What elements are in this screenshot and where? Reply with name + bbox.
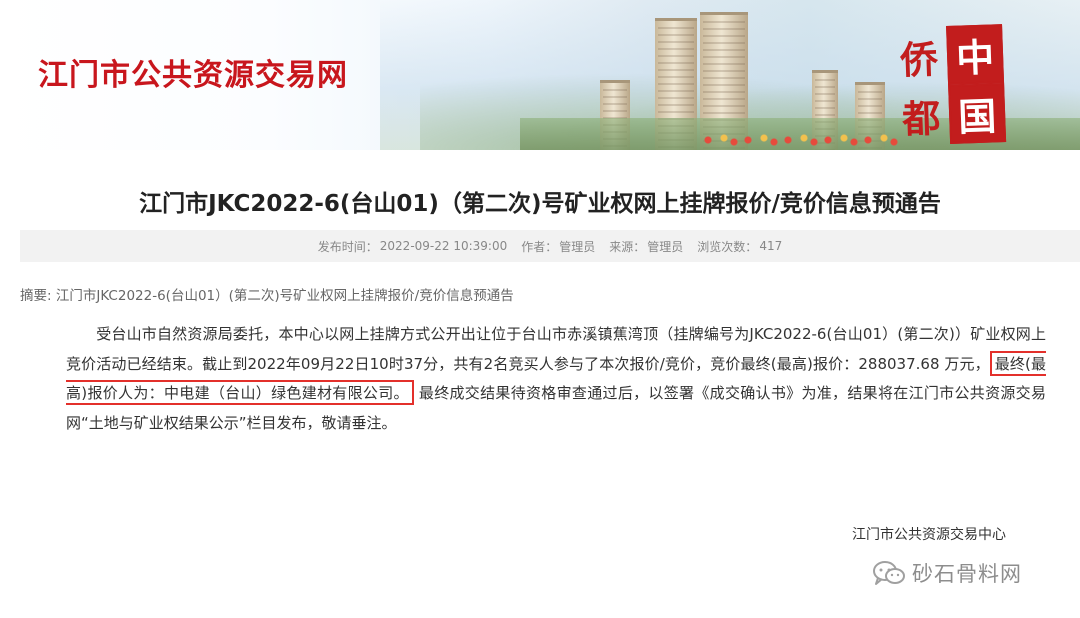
publish-time-label: 发布时间： (317, 239, 378, 254)
seal-char: 都 (901, 95, 942, 142)
wechat-watermark: 砂石骨料网 (872, 558, 1022, 588)
publish-time: 2022-09-22 10:39:00 (379, 239, 508, 253)
banner-flowers (700, 130, 900, 150)
body-paragraph-part1: 受台山市自然资源局委托，本中心以网上挂牌方式公开出让位于台山市赤溪镇蕉湾顶（挂牌… (66, 325, 1046, 373)
site-title[interactable]: 江门市公共资源交易网 (38, 50, 348, 94)
article-meta-bar: 发布时间： 2022-09-22 10:39:00 作者： 管理员 来源： 管理… (20, 230, 1080, 262)
author: 管理员 (559, 239, 596, 254)
issuer-signature: 江门市公共资源交易中心 (852, 527, 1006, 543)
source-label: 来源： (609, 239, 646, 254)
author-label: 作者： (521, 239, 558, 254)
seal-char: 侨 (899, 36, 939, 83)
source: 管理员 (647, 239, 684, 254)
watermark-text: 砂石骨料网 (912, 562, 1022, 586)
qiaodu-seal-logo: 侨 中 都 国 (890, 24, 1007, 144)
article-body: 受台山市自然资源局委托，本中心以网上挂牌方式公开出让位于台山市赤溪镇蕉湾顶（挂牌… (66, 320, 1046, 438)
article-summary: 摘要: 江门市JKC2022-6(台山01）(第二次)号矿业权网上挂牌报价/竞价… (20, 288, 514, 304)
views-label: 浏览次数： (697, 239, 758, 254)
seal-char: 国 (948, 83, 1007, 144)
view-count: 417 (759, 239, 783, 253)
site-banner: 江门市公共资源交易网 侨 中 都 国 (0, 0, 1080, 150)
seal-char: 中 (946, 24, 1005, 85)
wechat-icon (873, 561, 905, 585)
article-title: 江门市JKC2022-6(台山01)（第二次)号矿业权网上挂牌报价/竞价信息预通… (139, 191, 941, 217)
